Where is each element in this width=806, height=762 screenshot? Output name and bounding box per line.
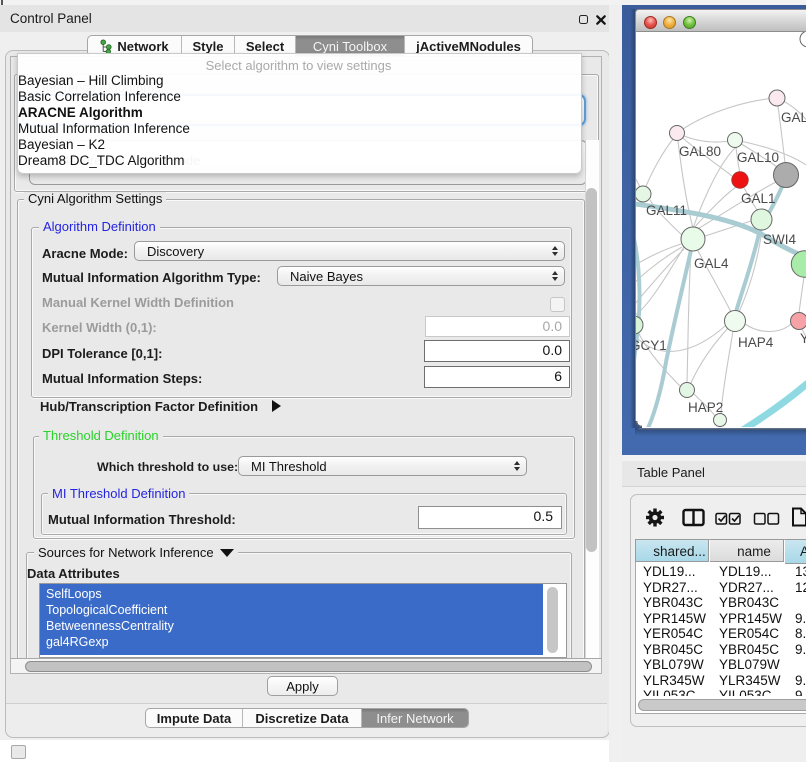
- svg-text:Y: Y: [800, 331, 806, 346]
- svg-text:GCY1: GCY1: [636, 338, 667, 353]
- svg-text:HAP2: HAP2: [688, 400, 723, 415]
- svg-text:SWI4: SWI4: [763, 232, 796, 247]
- svg-text:HAP4: HAP4: [738, 335, 774, 350]
- svg-text:GAL7: GAL7: [781, 110, 806, 125]
- svg-text:GAL80: GAL80: [679, 144, 721, 159]
- svg-text:GAL4: GAL4: [694, 256, 729, 271]
- svg-text:GAL1: GAL1: [741, 191, 776, 206]
- svg-text:GAL10: GAL10: [737, 150, 779, 165]
- svg-text:GAL11: GAL11: [646, 203, 687, 218]
